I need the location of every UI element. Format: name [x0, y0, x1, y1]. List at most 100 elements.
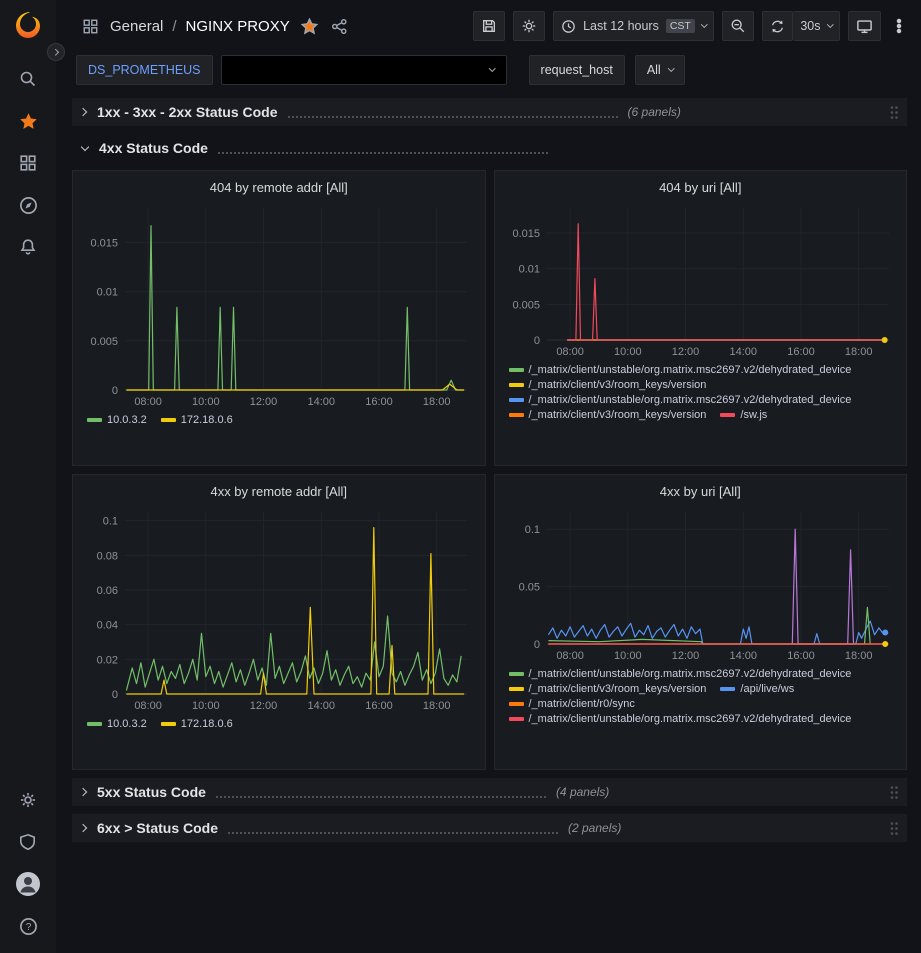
dashboard-settings-button[interactable]	[513, 11, 545, 41]
legend-item[interactable]: /_matrix/client/unstable/org.matrix.msc2…	[509, 668, 852, 680]
star-icon[interactable]	[6, 100, 50, 142]
sidebar: ?	[0, 0, 56, 953]
refresh-group: 30s	[762, 11, 840, 41]
refresh-interval-select[interactable]: 30s	[793, 11, 840, 41]
legend-item[interactable]: 10.0.3.2	[87, 414, 147, 426]
svg-text:18:00: 18:00	[844, 346, 872, 358]
chevron-right-icon	[52, 49, 58, 55]
bell-icon[interactable]	[6, 226, 50, 268]
chart-4xx-by-remote-addr[interactable]: 08:0010:0012:0014:0016:0018:0000.020.040…	[81, 502, 477, 714]
refresh-icon	[770, 19, 785, 34]
shield-icon[interactable]	[6, 821, 50, 863]
svg-text:0: 0	[112, 385, 118, 397]
legend-swatch-icon	[509, 368, 524, 372]
legend-label: 10.0.3.2	[107, 414, 147, 426]
drag-handle-icon[interactable]	[889, 105, 899, 120]
chevron-down-icon	[668, 65, 674, 71]
row-dotted-leader	[218, 143, 548, 154]
avatar[interactable]	[6, 863, 50, 905]
svg-text:18:00: 18:00	[844, 650, 872, 662]
row-header-6xx[interactable]: 6xx > Status Code (2 panels)	[72, 814, 907, 842]
panel-404-by-uri: 404 by uri [All] 08:0010:0012:0014:0016:…	[494, 170, 908, 466]
svg-text:0: 0	[112, 689, 118, 701]
legend-label: /_matrix/client/unstable/org.matrix.msc2…	[529, 364, 852, 376]
svg-text:16:00: 16:00	[787, 650, 815, 662]
svg-text:0.05: 0.05	[518, 582, 539, 594]
legend-item[interactable]: /_matrix/client/unstable/org.matrix.msc2…	[509, 364, 852, 376]
share-icon[interactable]	[329, 18, 350, 35]
svg-text:0.02: 0.02	[97, 654, 118, 666]
legend-item[interactable]: /_matrix/client/v3/room_keys/version	[509, 683, 707, 695]
svg-text:0.005: 0.005	[512, 299, 540, 311]
legend-item[interactable]: 10.0.3.2	[87, 718, 147, 730]
chevron-right-icon	[79, 788, 87, 796]
request-host-value-dropdown[interactable]: All	[635, 55, 685, 85]
datasource-label: DS_PROMETHEUS	[76, 55, 213, 85]
panel-grid: 404 by remote addr [All] 08:0010:0012:00…	[72, 170, 907, 770]
drag-handle-icon[interactable]	[889, 785, 899, 800]
legend-swatch-icon	[720, 413, 735, 417]
chart-legend: /_matrix/client/unstable/org.matrix.msc2…	[503, 664, 899, 763]
timezone-badge: CST	[666, 19, 695, 33]
svg-text:0.06: 0.06	[97, 585, 118, 597]
legend-item[interactable]: /_matrix/client/r0/sync	[509, 698, 635, 710]
legend-item[interactable]: /api/live/ws	[720, 683, 794, 695]
main-area: General / NGINX PROXY L	[56, 0, 921, 953]
svg-text:10:00: 10:00	[192, 700, 220, 712]
chevron-right-icon	[79, 824, 87, 832]
legend-label: 172.18.0.6	[181, 718, 233, 730]
svg-text:?: ?	[25, 922, 31, 933]
refresh-button[interactable]	[762, 11, 793, 41]
legend-item[interactable]: /sw.js	[720, 409, 767, 421]
zoom-out-time-button[interactable]	[722, 11, 754, 41]
legend-item[interactable]: /_matrix/client/v3/room_keys/version	[509, 379, 707, 391]
chart-4xx-by-uri[interactable]: 08:0010:0012:0014:0016:0018:0000.050.1	[503, 502, 899, 664]
sidebar-expand-button[interactable]	[47, 43, 65, 61]
cycle-view-mode-button[interactable]	[848, 11, 881, 41]
legend-swatch-icon	[509, 687, 524, 691]
chart-404-by-uri[interactable]: 08:0010:0012:0014:0016:0018:0000.0050.01…	[503, 198, 899, 360]
svg-text:0.015: 0.015	[512, 228, 540, 240]
favorite-star-icon[interactable]	[299, 18, 320, 35]
legend-item[interactable]: /_matrix/client/unstable/org.matrix.msc2…	[509, 394, 852, 406]
row-header-1xx-3xx-2xx[interactable]: 1xx - 3xx - 2xx Status Code (6 panels)	[72, 98, 907, 126]
breadcrumb: General / NGINX PROXY	[80, 18, 350, 35]
help-icon[interactable]: ?	[6, 905, 50, 947]
svg-text:08:00: 08:00	[134, 700, 162, 712]
grafana-logo[interactable]	[12, 10, 44, 42]
svg-text:08:00: 08:00	[134, 396, 162, 408]
more-options-button[interactable]	[889, 11, 909, 41]
legend-item[interactable]: /_matrix/client/unstable/org.matrix.msc2…	[509, 713, 852, 725]
legend-item[interactable]: /_matrix/client/v3/room_keys/version	[509, 409, 707, 421]
breadcrumb-folder[interactable]: General	[110, 18, 163, 35]
svg-text:08:00: 08:00	[556, 650, 584, 662]
dashboard-title[interactable]: NGINX PROXY	[186, 18, 290, 35]
drag-handle-icon[interactable]	[889, 821, 899, 836]
legend-label: /_matrix/client/unstable/org.matrix.msc2…	[529, 713, 852, 725]
legend-item[interactable]: 172.18.0.6	[161, 414, 233, 426]
row-title: 1xx - 3xx - 2xx Status Code	[97, 104, 278, 120]
topbar-actions: Last 12 hours CST 30s	[473, 11, 909, 41]
svg-text:0: 0	[533, 639, 539, 651]
panel-title[interactable]: 404 by remote addr [All]	[81, 175, 477, 198]
dashboards-grid-icon[interactable]	[6, 142, 50, 184]
search-icon[interactable]	[6, 58, 50, 100]
row-header-5xx[interactable]: 5xx Status Code (4 panels)	[72, 778, 907, 806]
svg-text:18:00: 18:00	[423, 396, 451, 408]
gear-icon[interactable]	[6, 779, 50, 821]
save-dashboard-button[interactable]	[473, 11, 505, 41]
refresh-interval-value: 30s	[800, 19, 820, 33]
panel-title[interactable]: 404 by uri [All]	[503, 175, 899, 198]
panel-title[interactable]: 4xx by uri [All]	[503, 479, 899, 502]
time-range-picker[interactable]: Last 12 hours CST	[553, 11, 714, 41]
row-header-4xx[interactable]: 4xx Status Code	[72, 134, 907, 162]
compass-icon[interactable]	[6, 184, 50, 226]
row-panel-count: (6 panels)	[628, 105, 681, 119]
chart-404-by-remote-addr[interactable]: 08:0010:0012:0014:0016:0018:0000.0050.01…	[81, 198, 477, 410]
panel-title[interactable]: 4xx by remote addr [All]	[81, 479, 477, 502]
legend-swatch-icon	[509, 702, 524, 706]
legend-item[interactable]: 172.18.0.6	[161, 718, 233, 730]
svg-text:18:00: 18:00	[423, 700, 451, 712]
breadcrumb-separator: /	[172, 18, 176, 35]
datasource-value-dropdown[interactable]	[221, 55, 507, 85]
